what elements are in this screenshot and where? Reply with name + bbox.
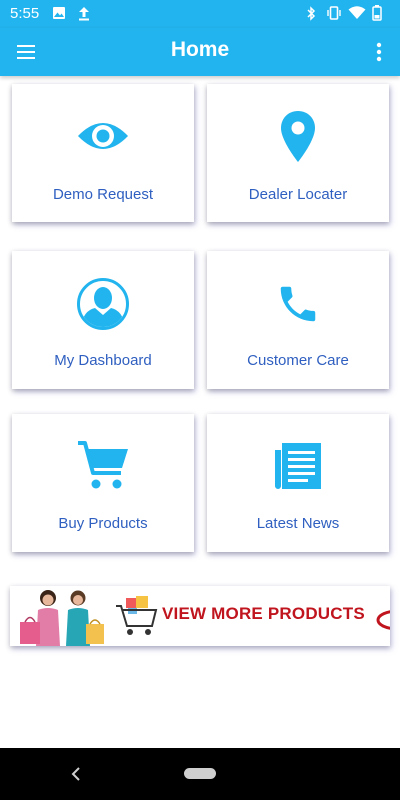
user-profile-icon — [12, 277, 194, 331]
status-time: 5:55 — [10, 5, 40, 22]
shopping-cart-icon — [12, 440, 194, 492]
eye-icon — [12, 116, 194, 156]
newspaper-icon — [207, 442, 389, 490]
phone-icon — [207, 281, 389, 327]
upload-icon — [79, 7, 89, 21]
back-icon[interactable] — [70, 766, 82, 782]
system-navigation-bar — [0, 748, 400, 800]
tile-label: Latest News — [256, 515, 340, 532]
sale-cart-icon — [116, 596, 158, 635]
image-icon — [53, 7, 65, 19]
tile-label: Demo Request — [52, 186, 154, 203]
status-bar: 5:55 — [0, 0, 400, 28]
tile-label: Dealer Locater — [248, 186, 348, 203]
location-pin-icon — [207, 110, 389, 164]
tile-label: Buy Products — [58, 515, 148, 532]
shoppers-illustration — [20, 590, 104, 646]
home-pill-button[interactable] — [184, 768, 216, 779]
banner-text: VIEW MORE PRODUCTS — [162, 604, 365, 623]
tile-buy-products[interactable]: Buy Products — [12, 414, 194, 552]
app-bar: Home — [0, 28, 400, 76]
battery-icon — [372, 5, 382, 21]
more-vert-icon[interactable] — [374, 40, 384, 64]
tile-label: My Dashboard — [54, 352, 152, 369]
vibrate-icon — [327, 6, 341, 20]
tile-my-dashboard[interactable]: My Dashboard — [12, 251, 194, 389]
wifi-icon — [348, 6, 366, 19]
page-title: Home — [170, 38, 230, 61]
view-more-products-banner[interactable]: VIEW MORE PRODUCTS — [10, 586, 390, 646]
tile-latest-news[interactable]: Latest News — [207, 414, 389, 552]
tile-dealer-locater[interactable]: Dealer Locater — [207, 84, 389, 222]
bluetooth-icon — [307, 6, 316, 21]
tile-demo-request[interactable]: Demo Request — [12, 84, 194, 222]
brand-logo — [376, 610, 390, 630]
tile-customer-care[interactable]: Customer Care — [207, 251, 389, 389]
tile-label: Customer Care — [247, 352, 349, 369]
